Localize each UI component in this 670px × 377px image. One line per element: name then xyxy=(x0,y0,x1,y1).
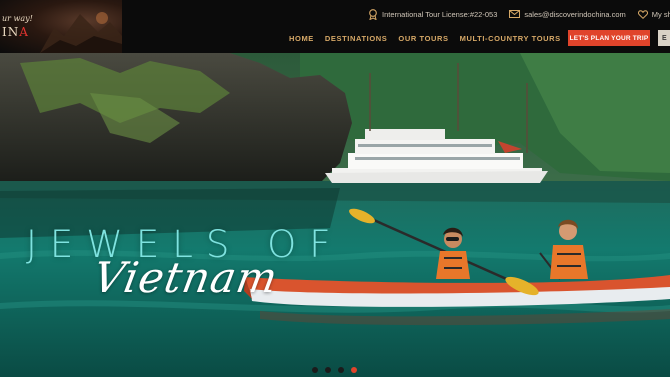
slide-dot-4[interactable] xyxy=(351,367,357,373)
plan-trip-button[interactable]: LET'S PLAN YOUR TRIP xyxy=(568,30,650,46)
shortlist-link[interactable]: My sh xyxy=(637,9,670,19)
license-info: International Tour License:#22-053 xyxy=(368,8,498,20)
top-info-bar: International Tour License:#22-053 sales… xyxy=(368,7,670,21)
site-header: ur way! INA International Tour License:#… xyxy=(0,0,670,53)
nav-destinations[interactable]: DESTINATIONS xyxy=(325,34,387,43)
email-text: sales@discoverindochina.com xyxy=(524,9,626,19)
slider-dots xyxy=(312,367,364,373)
brand-name: INA xyxy=(2,25,29,39)
license-text: International Tour License:#22-053 xyxy=(382,9,498,19)
brand-logo[interactable]: ur way! INA xyxy=(0,0,122,53)
shortlist-text: My sh xyxy=(651,9,670,19)
hero-banner: JEWELS OF Vietnam xyxy=(0,53,670,377)
badge-icon xyxy=(369,8,377,20)
brand-tagline: ur way! xyxy=(2,14,33,23)
hero-script-title: Vietnam xyxy=(89,253,283,302)
main-nav: HOME DESTINATIONS OUR TOURS MULTI-COUNTR… xyxy=(289,30,572,46)
halong-bay-kayak-photo xyxy=(0,53,670,377)
language-selector[interactable]: E xyxy=(658,30,670,46)
nav-home[interactable]: HOME xyxy=(289,34,314,43)
slide-dot-2[interactable] xyxy=(325,367,331,373)
brand-name-accent: A xyxy=(19,25,29,39)
heart-icon xyxy=(637,9,648,19)
brand-name-main: IN xyxy=(2,25,20,39)
email-link[interactable]: sales@discoverindochina.com xyxy=(509,9,626,19)
logo-mountain-icon xyxy=(40,12,122,53)
nav-our-tours[interactable]: OUR TOURS xyxy=(398,34,448,43)
nav-multi-country-tours[interactable]: MULTI-COUNTRY TOURS xyxy=(460,34,561,43)
slide-dot-1[interactable] xyxy=(312,367,318,373)
slide-dot-3[interactable] xyxy=(338,367,344,373)
mail-icon xyxy=(509,10,521,18)
